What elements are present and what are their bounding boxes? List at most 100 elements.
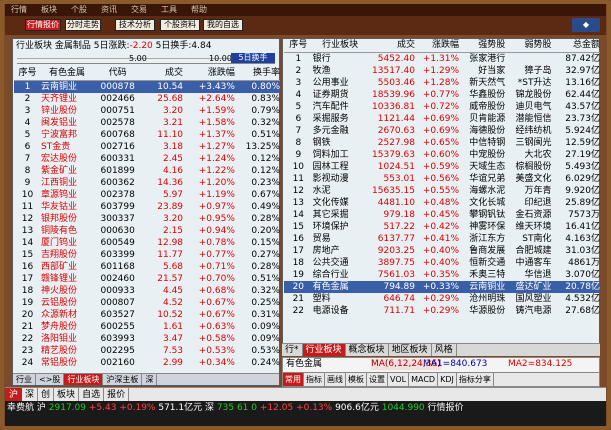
table-row[interactable]: 7 宏达股份 600331 2.45 +1.24% 0.12%: [14, 153, 280, 165]
col-header-1[interactable]: 有色金属: [41, 67, 93, 81]
menu-item-0[interactable]: 行情: [11, 5, 27, 14]
chart-tool-0[interactable]: 常用: [283, 373, 304, 386]
right-tab-0[interactable]: 行*: [282, 344, 303, 356]
sector-row[interactable]: 14 其它采掘 979.18 +0.45% 攀钢钒钛 金石资源 7573万: [284, 209, 600, 221]
sector-row[interactable]: 6 采掘服务 1121.44 +0.69% 贝肯能源 潜能恒信 23.73亿: [284, 113, 600, 125]
right-tab-1[interactable]: 行业板块: [302, 344, 346, 356]
menu-item-4[interactable]: 交易: [131, 5, 147, 14]
chart-tool-2[interactable]: 画线: [325, 373, 346, 386]
sector-row[interactable]: 7 多元金融 2670.63 +0.69% 海德股份 经纬纺机 5.924亿: [284, 125, 600, 137]
right-tab-2[interactable]: 概念板块: [346, 344, 389, 356]
mode-button-intraday[interactable]: 分时走势: [65, 19, 101, 31]
sector-col-header-3[interactable]: 涨跌幅: [414, 39, 460, 53]
sector-row[interactable]: 9 饲料加工 15379.63 +0.60% 中宠股份 大北农 27.19亿: [284, 149, 600, 161]
chart-tool-5[interactable]: VOL: [388, 373, 410, 386]
sector-row[interactable]: 8 钢铁 2527.98 +0.65% 中信特钢 三钢闽光 12.59亿: [284, 137, 600, 149]
col-header-5[interactable]: 换手率: [234, 67, 280, 81]
market-tab-2[interactable]: 创: [38, 388, 55, 401]
table-row[interactable]: 14 厦门钨业 600549 12.98 +0.78% 0.15%: [14, 237, 280, 249]
right-tab-3[interactable]: 地区板块: [389, 344, 432, 356]
table-row[interactable]: 10 章源钨业 002378 5.97 +1.19% 0.67%: [14, 189, 280, 201]
sector-row[interactable]: 5 汽车配件 10336.81 +0.72% 威帝股份 迪贝电气 43.57亿: [284, 101, 600, 113]
left-tab-0[interactable]: 行业: [13, 374, 36, 385]
table-row[interactable]: 23 精艺股份 002295 7.53 +0.53% 0.53%: [14, 345, 280, 357]
sector-col-header-5[interactable]: 弱势股: [505, 39, 552, 53]
sector-row[interactable]: 21 塑料 646.74 +0.29% 沧州明珠 国风塑业 4.532亿: [284, 293, 600, 305]
weak-stock: 獐子岛: [524, 65, 552, 76]
menu-item-2[interactable]: 个股: [71, 5, 87, 14]
table-row[interactable]: 2 天齐锂业 002466 25.68 +2.64% 0.83%: [14, 93, 280, 105]
col-header-4[interactable]: 涨跌幅: [183, 67, 235, 81]
chart-tool-1[interactable]: 指标: [304, 373, 325, 386]
sector-row[interactable]: 22 电源设备 711.71 +0.29% 华源股份 铸汽电源 27.68亿: [284, 305, 600, 317]
price: 25.68: [157, 93, 184, 104]
table-row[interactable]: 1 云南铜业 000878 10.54 +3.43% 0.80%: [14, 80, 280, 93]
chart-tool-8[interactable]: 指标分享: [457, 373, 494, 386]
sector-row[interactable]: 12 水泥 15635.15 +0.55% 海螺水泥 万年青 9.920亿: [284, 185, 600, 197]
chart-tool-4[interactable]: 设置: [367, 373, 388, 386]
market-tab-5[interactable]: 报价: [104, 388, 130, 401]
table-row[interactable]: 22 洛阳钼业 603993 3.47 +0.58% 0.09%: [14, 333, 280, 345]
table-row[interactable]: 12 银邦股份 300337 3.20 +0.95% 0.28%: [14, 213, 280, 225]
table-row[interactable]: 24 常铝股份 002160 2.99 +0.34% 0.24%: [14, 357, 280, 369]
table-row[interactable]: 21 梦舟股份 600255 1.61 +0.63% 0.09%: [14, 321, 280, 333]
sector-col-header-4[interactable]: 强势股: [459, 39, 506, 53]
sector-row[interactable]: 4 证券期货 18539.96 +0.77% 华鑫股份 锦龙股份 62.44亿: [284, 89, 600, 101]
sector-row[interactable]: 3 公用事业 5503.46 +1.28% 新天然气 *ST升达 13.16亿: [284, 77, 600, 89]
chart-tool-7[interactable]: KDJ: [438, 373, 457, 386]
sector-row[interactable]: 2 牧渔 13517.40 +1.29% 好当家 獐子岛 32.97亿: [284, 65, 600, 77]
left-tab-4[interactable]: 深: [142, 374, 158, 385]
left-tab-1[interactable]: <>股: [36, 374, 65, 385]
table-row[interactable]: 8 紫金矿业 601899 4.16 +1.22% 0.12%: [14, 165, 280, 177]
sector-row[interactable]: 13 文化传媒 4481.10 +0.48% 文化长城 印纪退 25.89亿: [284, 197, 600, 209]
menu-item-5[interactable]: 工具: [161, 5, 177, 14]
table-row[interactable]: 3 锌业股份 000751 3.20 +1.59% 0.79%: [14, 105, 280, 117]
table-row[interactable]: 15 吉翔股份 603399 11.77 +0.77% 0.27%: [14, 249, 280, 261]
market-tab-4[interactable]: 自选: [79, 388, 105, 401]
chart-tool-3[interactable]: 模板: [346, 373, 367, 386]
sector-row[interactable]: 1 银行 5452.40 +1.31% 张家港行 87.42亿: [284, 52, 600, 65]
sector-col-header-6[interactable]: 总金额: [551, 39, 600, 53]
sector-value: 553.01: [383, 173, 415, 184]
table-row[interactable]: 19 云铝股份 000807 4.52 +0.67% 0.25%: [14, 297, 280, 309]
table-row[interactable]: 6 ST金贵 002716 3.18 +1.27% 13.25%: [14, 141, 280, 153]
turnover-switch-button[interactable]: 5日换手: [231, 53, 275, 63]
sector-row[interactable]: 17 房地产 9203.25 +0.40% 鲁商发展 合肥城建 31.03亿: [284, 245, 600, 257]
table-row[interactable]: 11 华友钴业 603799 23.89 +0.97% 0.49%: [14, 201, 280, 213]
table-row[interactable]: 16 西部矿业 601168 5.68 +0.71% 0.28%: [14, 261, 280, 273]
mode-button-watchlist[interactable]: 我的自选: [203, 19, 243, 31]
col-header-3[interactable]: 成交: [142, 67, 184, 81]
table-row[interactable]: 4 闽发铝业 002578 3.21 +1.58% 0.32%: [14, 117, 280, 129]
col-header-2[interactable]: 代码: [92, 67, 143, 81]
col-header-0[interactable]: 序号: [14, 67, 42, 81]
mode-button-profile[interactable]: 个股资料: [160, 19, 200, 31]
sector-row[interactable]: 18 公共交通 3897.75 +0.40% 恒新交通 中通客车 4861万: [284, 257, 600, 269]
market-tab-3[interactable]: 板块: [54, 388, 80, 401]
table-row[interactable]: 20 众源新材 603527 10.52 +0.67% 0.31%: [14, 309, 280, 321]
table-row[interactable]: 18 神火股份 000933 4.45 +0.68% 0.32%: [14, 285, 280, 297]
table-row[interactable]: 9 江西铜业 600362 14.36 +1.20% 0.23%: [14, 177, 280, 189]
sector-col-header-1[interactable]: 行业板块: [312, 39, 368, 53]
right-tab-4[interactable]: 风格: [432, 344, 457, 356]
table-row[interactable]: 5 宁波富邦 600768 11.10 +1.37% 0.51%: [14, 129, 280, 141]
sector-row[interactable]: 16 贸易 6137.77 +0.41% 浙江东方 ST南化 4.163亿: [284, 233, 600, 245]
sector-row[interactable]: 15 环境保护 517.22 +0.42% 神雾环保 维天环境 16.41亿: [284, 221, 600, 233]
left-tab-3[interactable]: 沪深主板: [103, 374, 143, 385]
mode-button-technical[interactable]: 技术分析: [115, 19, 155, 31]
sector-row[interactable]: 10 园林工程 1024.51 +0.59% 天域生态 棕榈股份 5.493亿: [284, 161, 600, 173]
menu-item-1[interactable]: 板块: [41, 5, 57, 14]
mode-button-quotes[interactable]: 行情报价: [25, 19, 61, 31]
left-tab-2[interactable]: 行业板块: [64, 374, 104, 385]
market-tab-1[interactable]: 深: [22, 388, 39, 401]
menu-item-3[interactable]: 资讯: [101, 5, 117, 14]
sector-col-header-0[interactable]: 序号: [284, 39, 313, 53]
sector-row[interactable]: 11 影视动漫 553.01 +0.56% 华谊兄弟 美盛文化 6.029亿: [284, 173, 600, 185]
sector-row[interactable]: 20 有色金属 794.89 +0.33% 云南铜业 盛达矿业 20.78亿: [284, 280, 600, 293]
table-row[interactable]: 13 铜陵有色 000630 2.15 +0.94% 0.20%: [14, 225, 280, 237]
chart-tool-6[interactable]: MACD: [409, 373, 439, 386]
sector-row[interactable]: 19 综合行业 7561.03 +0.35% 禾奥三特 华信退 3.070亿: [284, 269, 600, 281]
table-row[interactable]: 17 赣锋锂业 002460 21.57 +0.70% 0.51%: [14, 273, 280, 285]
market-tab-0[interactable]: 沪: [5, 388, 23, 401]
menu-item-6[interactable]: 帮助: [191, 5, 207, 14]
sector-col-header-2[interactable]: 成交: [367, 39, 415, 53]
